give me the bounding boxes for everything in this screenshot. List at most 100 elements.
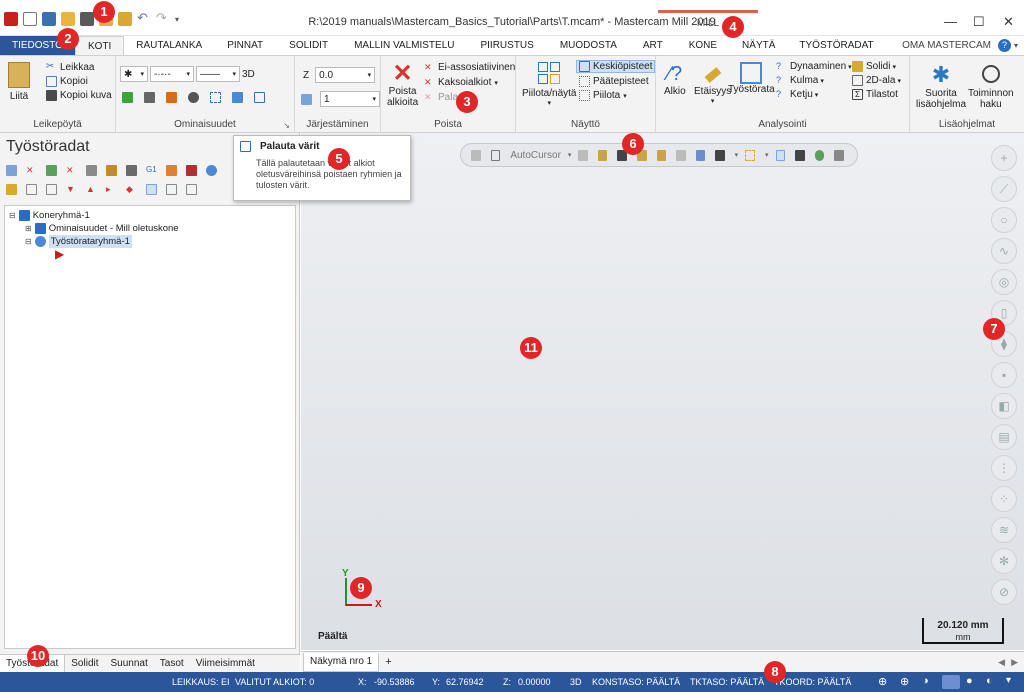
tab-planes-manager[interactable]: Suunnat: [105, 655, 154, 673]
analyze-distance-button[interactable]: Etäisyys ▾: [694, 62, 731, 105]
insert-arrow-marker-icon[interactable]: ▶: [55, 248, 295, 261]
status-more-icon[interactable]: ▾: [1006, 675, 1011, 686]
autocursor-dropdown[interactable]: AutoCursor: [510, 150, 561, 161]
centerpoints-toggle[interactable]: Keskiöpisteet: [576, 60, 656, 73]
wireframe-color-icon[interactable]: [122, 92, 133, 103]
tab-levels-manager[interactable]: Tasot: [154, 655, 190, 673]
tab-solids[interactable]: SOLIDIT: [276, 36, 341, 55]
angle-analyze-button[interactable]: ? Kulma ▾: [776, 75, 852, 86]
select-meshes-icon[interactable]: ▪: [991, 362, 1017, 388]
wcs-status[interactable]: TKOORD: PÄÄLTÄ: [774, 677, 851, 687]
level-input[interactable]: 1 ▾: [320, 91, 380, 107]
select-groups-icon[interactable]: ⋮: [991, 455, 1017, 481]
x-coord-value[interactable]: -90.53886: [374, 677, 415, 687]
cut-button[interactable]: ✂ Leikkaa: [46, 62, 112, 74]
scroll-right-icon[interactable]: ▶: [1011, 657, 1018, 668]
refresh-select-icon[interactable]: [814, 149, 825, 161]
run-addin-button[interactable]: ✱ Suorita lisäohjelma: [916, 62, 966, 110]
minimize-icon[interactable]: —: [944, 14, 957, 29]
point-entry-icon[interactable]: [578, 149, 588, 161]
simulate-icon[interactable]: [126, 165, 137, 176]
line-style-dropdown[interactable]: -·-·- ▾: [150, 66, 194, 82]
deselect-icon[interactable]: ✕: [26, 165, 37, 176]
tab-solids-manager[interactable]: Solidit: [65, 655, 104, 673]
reset-icon[interactable]: [597, 149, 608, 161]
material-icon[interactable]: [188, 92, 199, 103]
mode-3d-toggle[interactable]: 3D: [242, 69, 255, 80]
add-viewsheet-button[interactable]: +: [379, 656, 397, 668]
face-select-icon[interactable]: [656, 149, 667, 161]
shaded-icon[interactable]: ◑: [922, 675, 929, 687]
tplane-status[interactable]: TKTASO: PÄÄLTÄ: [690, 677, 764, 687]
selection-mode-icon[interactable]: [795, 149, 805, 161]
analyze-entity-button[interactable]: ∕? Alkio: [664, 62, 686, 97]
analyze-toolpath-button[interactable]: Työstörata: [728, 62, 775, 95]
endpoints-toggle[interactable]: Päätepisteet: [576, 76, 655, 87]
solid-color-icon[interactable]: [144, 92, 155, 103]
tab-home[interactable]: KOTI: [74, 36, 125, 55]
tab-transform[interactable]: MUODOSTA: [547, 36, 630, 55]
lock-selection-icon[interactable]: [471, 149, 481, 161]
close-icon[interactable]: ✕: [1003, 14, 1014, 30]
shading-active-icon[interactable]: [942, 675, 960, 689]
tab-toolpaths[interactable]: TYÖSTÖRADAT: [787, 36, 885, 55]
chain-analyze-button[interactable]: ? Ketju ▾: [776, 89, 852, 100]
tree-item-machine-group[interactable]: ⊟ Koneryhmä-1: [9, 209, 295, 222]
select-arcs-icon[interactable]: ○: [991, 207, 1017, 233]
z-coord-value[interactable]: 0.00000: [518, 677, 551, 687]
select-splines-icon[interactable]: ∿: [991, 238, 1017, 264]
surface-color-icon[interactable]: [166, 92, 177, 103]
tab-model-prep[interactable]: MALLIN VALMISTELU: [341, 36, 467, 55]
dynamic-analyze-button[interactable]: ? Dynaaminen ▾: [776, 61, 852, 72]
wireframe-globe-icon[interactable]: ⊕: [900, 675, 909, 688]
tab-view[interactable]: NÄYTÄ: [730, 36, 787, 55]
toggle-display-icon[interactable]: [26, 184, 37, 195]
copy-image-button[interactable]: Kopioi kuva: [46, 90, 112, 101]
group-icon[interactable]: [166, 184, 177, 195]
select-color-icon[interactable]: ◧: [991, 393, 1017, 419]
tab-surfaces[interactable]: PINNAT: [214, 36, 276, 55]
tree-item-properties[interactable]: ⊞ Ominaisuudet - Mill oletuskone: [25, 222, 295, 235]
maximize-icon[interactable]: ☐: [973, 14, 985, 30]
select-layers-icon[interactable]: ≋: [991, 517, 1017, 543]
section-view-status[interactable]: LEIKKAUS: EI: [172, 677, 230, 687]
g1-icon[interactable]: G1: [146, 165, 157, 176]
hide-show-button[interactable]: Piilota/näytä ▾: [522, 62, 576, 107]
graphics-window[interactable]: [301, 133, 1024, 650]
my-mastercam-link[interactable]: OMA MASTERCAM: [898, 36, 995, 55]
statistics-button[interactable]: Σ Tilastot: [852, 89, 901, 100]
viewsheet-tab-1[interactable]: Näkymä nro 1: [303, 652, 380, 672]
sphere-icon[interactable]: ●: [966, 675, 973, 687]
set-all-icon[interactable]: [210, 92, 221, 103]
hide-button[interactable]: Piilota ▾: [576, 90, 655, 101]
clear-selection-icon[interactable]: [834, 149, 844, 161]
paste-button[interactable]: Liitä: [8, 62, 30, 102]
select-all-points-icon[interactable]: +: [991, 145, 1017, 171]
backplot-icon[interactable]: [86, 165, 97, 176]
globe-icon[interactable]: ⊕: [878, 675, 887, 688]
single-select-icon[interactable]: [146, 184, 157, 195]
scroll-left-icon[interactable]: ◀: [998, 657, 1005, 668]
set-selected-icon[interactable]: [232, 92, 243, 103]
toggle-posting-icon[interactable]: [46, 184, 57, 195]
clear-colors-icon[interactable]: [254, 92, 265, 103]
insert-arrow-icon[interactable]: ▸: [106, 184, 117, 195]
body-select-icon[interactable]: [695, 149, 706, 161]
window-select-icon[interactable]: [745, 149, 755, 161]
options-icon[interactable]: [186, 184, 197, 195]
select-all-icon[interactable]: [6, 165, 17, 176]
select-results-icon[interactable]: ⁘: [991, 486, 1017, 512]
ribbon-collapse-icon[interactable]: ▾: [1014, 41, 1018, 50]
translucent-icon[interactable]: ◐: [986, 675, 993, 687]
post-icon[interactable]: [166, 165, 177, 176]
area-2d-button[interactable]: 2D-ala ▾: [852, 75, 901, 86]
clear-mask-icon[interactable]: ⊘: [991, 579, 1017, 605]
help-icon[interactable]: ?: [997, 39, 1011, 52]
tab-recent-functions[interactable]: Viimeisimmät: [190, 655, 261, 673]
tree-item-toolpath-group[interactable]: ⊟ Työstörataryhmä-1: [25, 235, 295, 248]
duplicates-button[interactable]: ✕ Kaksoialkiot ▾: [424, 77, 515, 88]
copy-button[interactable]: Kopioi: [46, 76, 112, 87]
scroll-icon[interactable]: ◆: [126, 184, 137, 195]
select-surfaces-icon[interactable]: ◎: [991, 269, 1017, 295]
tab-machine[interactable]: KONE: [676, 36, 730, 55]
